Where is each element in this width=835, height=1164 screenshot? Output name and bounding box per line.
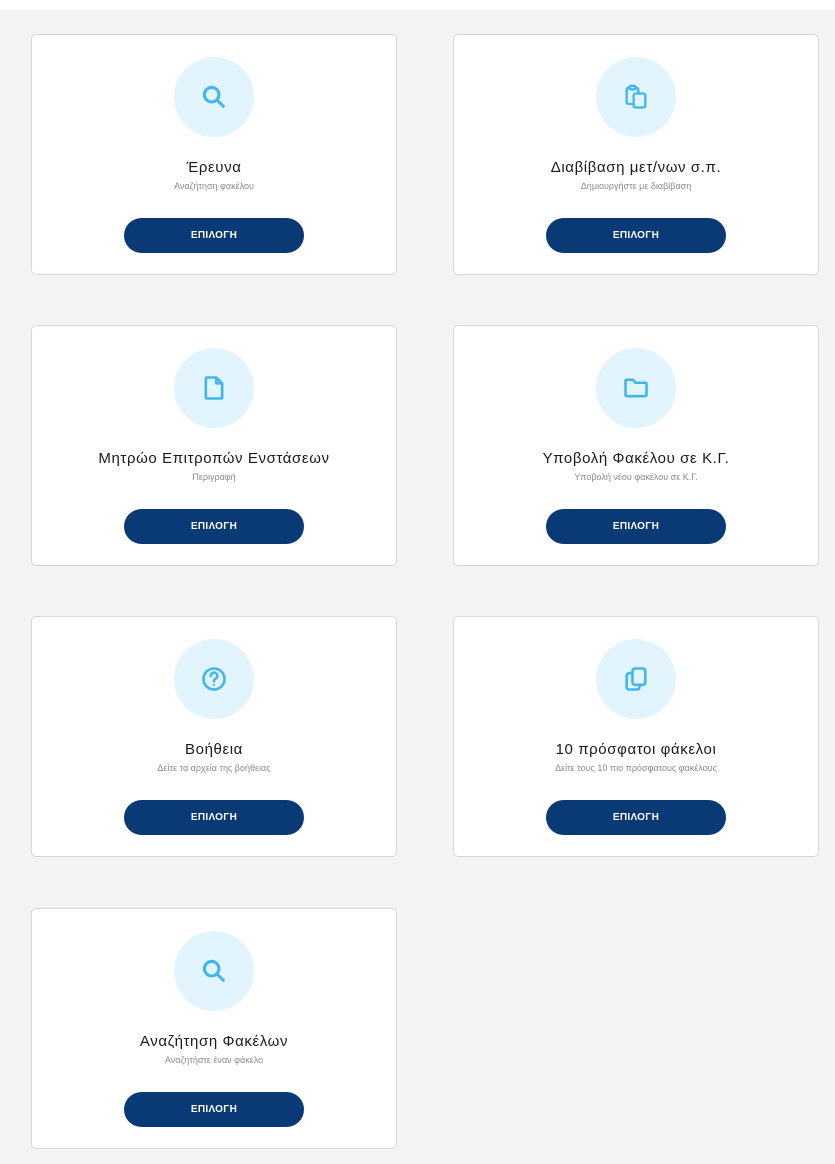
clipboard-copy-icon	[625, 84, 647, 109]
card-subtitle: Δείτε τα αρχεία της βοήθειας	[157, 763, 271, 773]
top-strip	[0, 0, 835, 10]
card-title: Διαβίβαση μετ/νων σ.π.	[550, 159, 722, 176]
card-subtitle: Δημιουργήστε με διαβίβαση	[580, 181, 692, 191]
select-button[interactable]: ΕΠΙΛΟΓΗ	[124, 509, 304, 544]
card-title: Αναζήτηση Φακέλων	[139, 1033, 289, 1050]
select-button[interactable]: ΕΠΙΛΟΓΗ	[124, 800, 304, 835]
card-title: Έρευνα	[186, 159, 242, 176]
card-subtitle: Δείτε τους 10 πιο πρόσφατους φακέλους	[555, 763, 717, 773]
card-subtitle: Αναζητήστε έναν φάκελο	[164, 1055, 264, 1065]
card-title: 10 πρόσφατοι φάκελοι	[555, 741, 717, 758]
card-transfer: Διαβίβαση μετ/νων σ.π. Δημιουργήστε με δ…	[453, 34, 819, 275]
dashboard-page: Έρευνα Αναζήτηση φακέλου ΕΠΙΛΟΓΗ Διαβίβα…	[0, 0, 835, 1164]
card-research: Έρευνα Αναζήτηση φακέλου ΕΠΙΛΟΓΗ	[31, 34, 397, 275]
card-icon-badge	[174, 931, 254, 1011]
card-subtitle: Αναζήτηση φακέλου	[174, 181, 254, 191]
card-icon-badge	[596, 57, 676, 137]
search-icon	[202, 959, 225, 982]
card-recent-folders: 10 πρόσφατοι φάκελοι Δείτε τους 10 πιο π…	[453, 616, 819, 857]
copy-icon	[625, 667, 647, 691]
document-icon	[204, 376, 224, 400]
help-icon	[202, 667, 226, 691]
card-icon-badge	[596, 639, 676, 719]
card-icon-badge	[174, 348, 254, 428]
select-button[interactable]: ΕΠΙΛΟΓΗ	[546, 509, 726, 544]
select-button[interactable]: ΕΠΙΛΟΓΗ	[546, 800, 726, 835]
card-title: Βοήθεια	[185, 741, 243, 758]
card-icon-badge	[596, 348, 676, 428]
card-subtitle: Περιγραφή	[192, 472, 236, 482]
search-icon	[202, 85, 225, 108]
card-subtitle: Υποβολή νέου φακέλου σε Κ.Γ.	[574, 472, 698, 482]
select-button[interactable]: ΕΠΙΛΟΓΗ	[124, 1092, 304, 1127]
select-button[interactable]: ΕΠΙΛΟΓΗ	[546, 218, 726, 253]
card-icon-badge	[174, 57, 254, 137]
card-icon-badge	[174, 639, 254, 719]
card-submit-folder: Υποβολή Φακέλου σε Κ.Γ. Υποβολή νέου φακ…	[453, 325, 819, 566]
card-registry: Μητρώο Επιτροπών Ενστάσεων Περιγραφή ΕΠΙ…	[31, 325, 397, 566]
card-title: Υποβολή Φακέλου σε Κ.Γ.	[542, 450, 730, 467]
card-title: Μητρώο Επιτροπών Ενστάσεων	[98, 450, 330, 467]
select-button[interactable]: ΕΠΙΛΟΓΗ	[124, 218, 304, 253]
card-search-folders: Αναζήτηση Φακέλων Αναζητήστε έναν φάκελο…	[31, 908, 397, 1149]
card-help: Βοήθεια Δείτε τα αρχεία της βοήθειας ΕΠΙ…	[31, 616, 397, 857]
folder-icon	[624, 378, 648, 398]
